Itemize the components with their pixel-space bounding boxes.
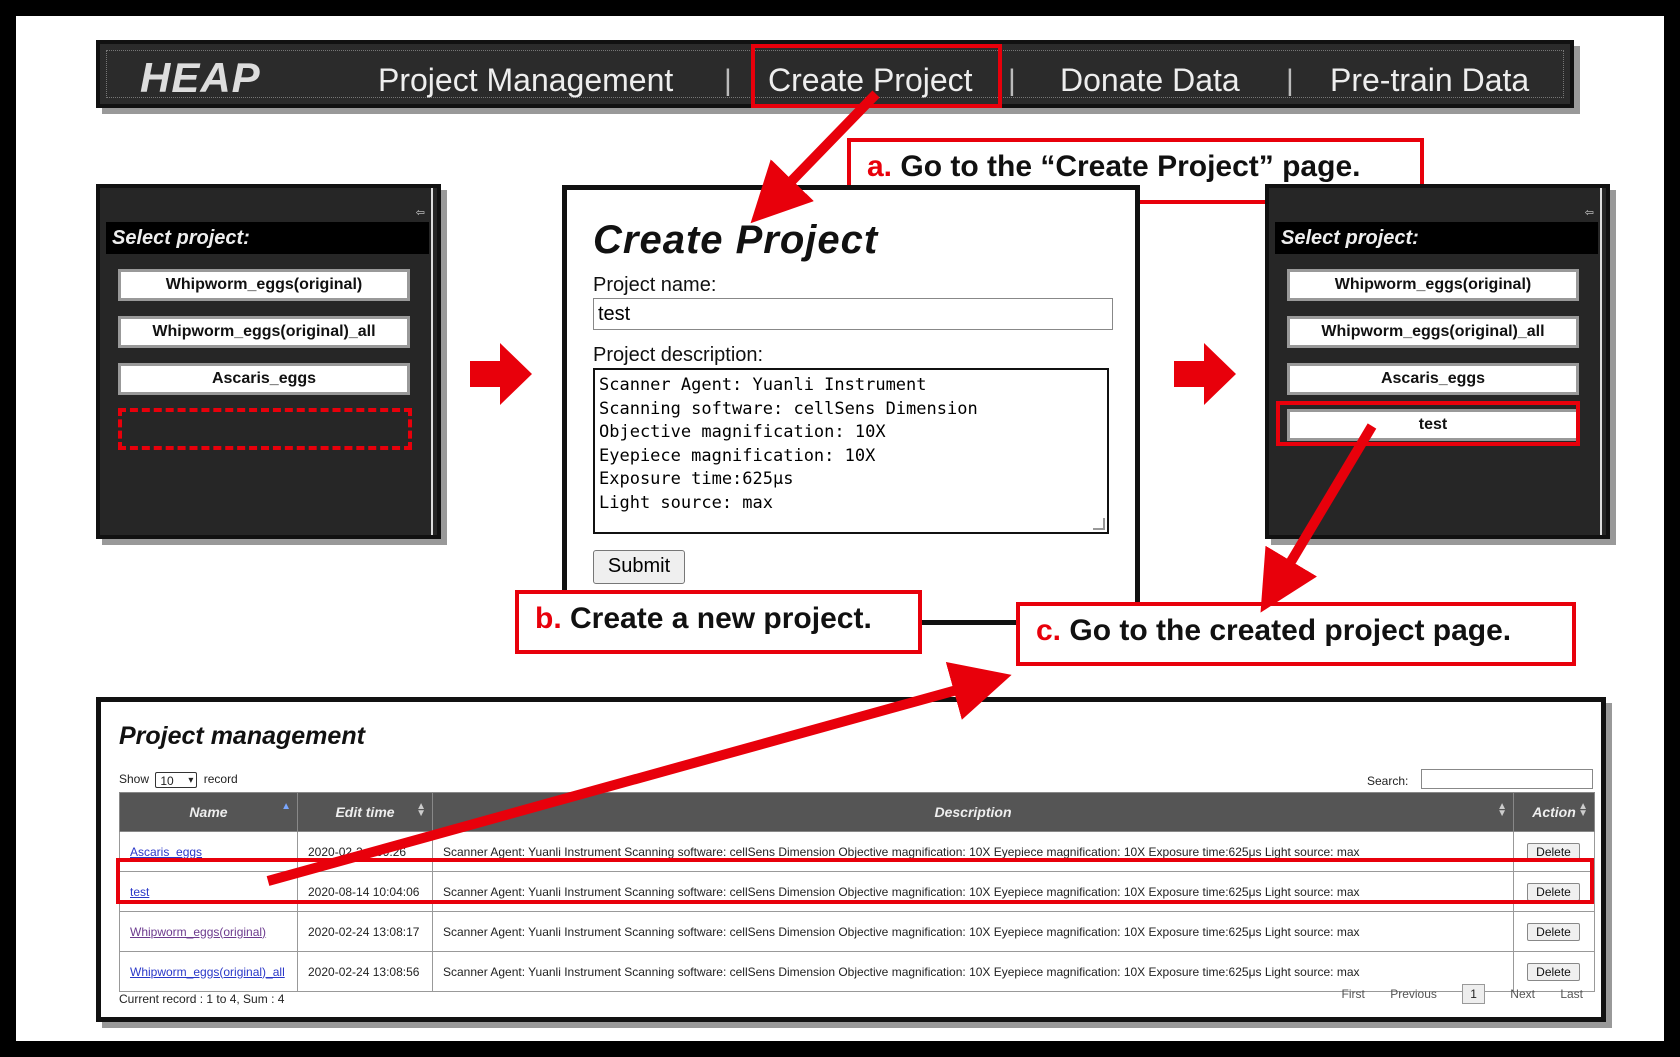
- arrow-test-row: [266, 661, 1012, 886]
- arrow-c-down: [1260, 423, 1377, 613]
- arrow-a: [750, 90, 880, 224]
- annotation-arrows: [266, 90, 1377, 886]
